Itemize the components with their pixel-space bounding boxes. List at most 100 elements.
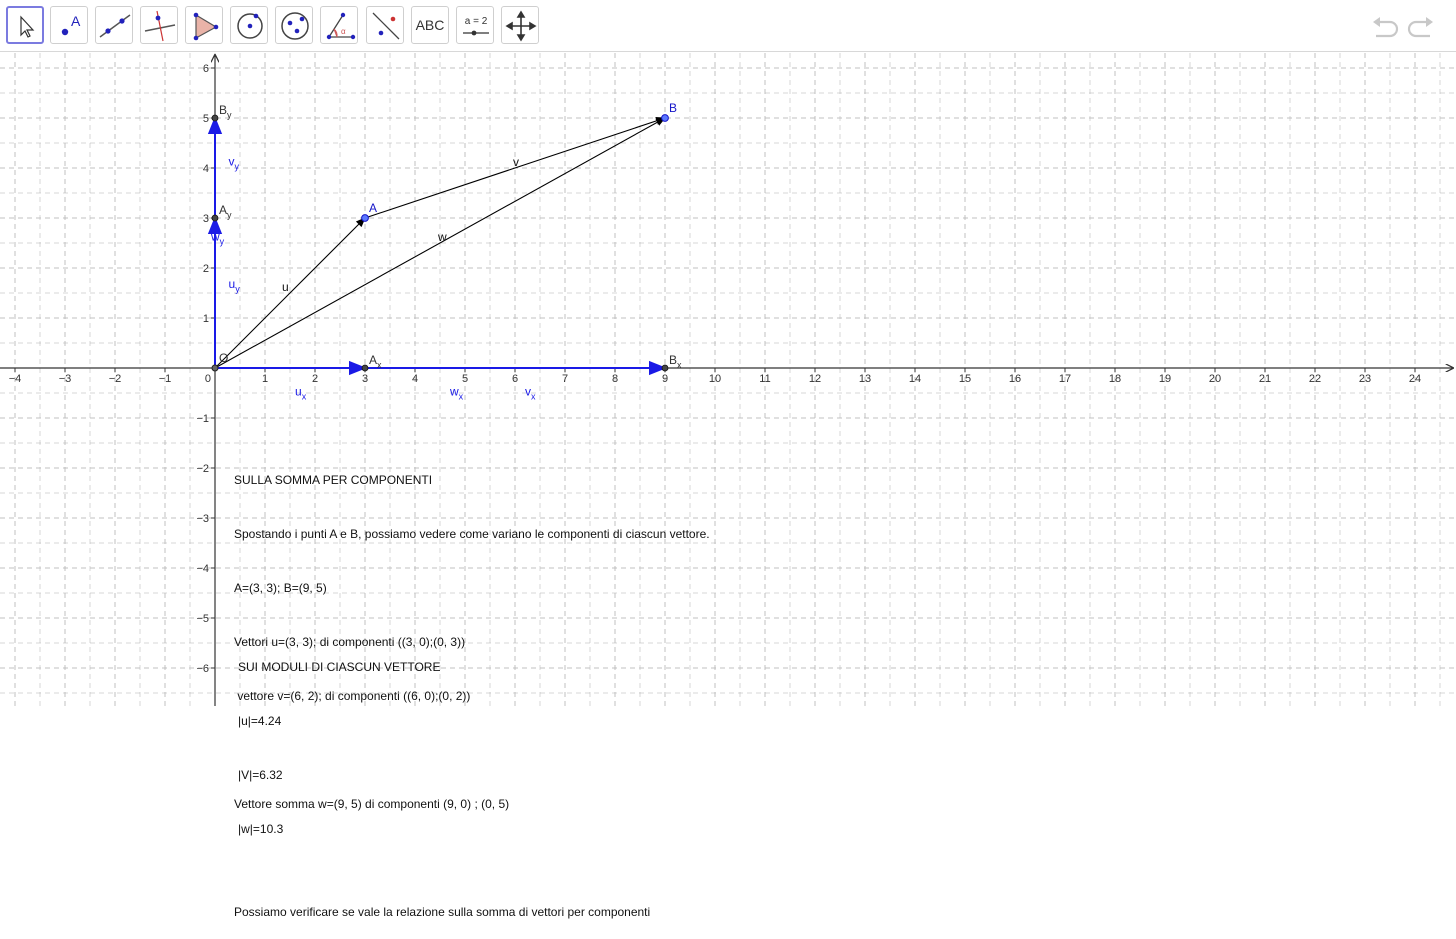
x-tick-label: 10 [709, 373, 721, 385]
perpendicular-icon [144, 10, 176, 42]
x-tick-label: 12 [809, 373, 821, 385]
angle-tool-button[interactable]: α [320, 6, 358, 44]
text-line: |w|=10.3 [238, 822, 284, 836]
projection-point[interactable] [211, 114, 219, 122]
component-label-vx: vx [525, 385, 536, 402]
x-tick-label: 4 [412, 373, 418, 385]
point-B[interactable] [661, 114, 669, 122]
x-tick-label: 11 [759, 373, 770, 385]
y-tick-label: −6 [196, 663, 209, 675]
circle-icon [237, 13, 263, 39]
text-line: SULLA SOMMA PER COMPONENTI [234, 473, 433, 487]
point-label-B: B [669, 101, 677, 115]
redo-button[interactable] [1406, 12, 1436, 40]
graphics-view[interactable]: −4 −3 −2 −1 0 1 2 3 4 5 6 7 8 9 10 11 12 13 14 15 16 17 18 19 20… [0, 53, 1456, 706]
projection-label: Ay [219, 203, 232, 220]
component-label-uy: uy [229, 277, 241, 294]
component-label-ux: ux [295, 385, 307, 402]
text-tool-button[interactable]: ABC [411, 6, 449, 44]
y-tick-label: −4 [196, 563, 209, 575]
coordinate-plane[interactable]: −4 −3 −2 −1 0 1 2 3 4 5 6 7 8 9 10 11 12 13 14 15 16 17 18 19 20… [0, 53, 1456, 706]
component-label-wy: wy [210, 230, 225, 247]
point-label-A: A [369, 201, 377, 215]
line-tool-button[interactable] [95, 6, 133, 44]
x-tick-label: 23 [1359, 373, 1371, 385]
y-tick-label: 1 [203, 313, 209, 325]
text-line: Spostando i punti A e B, possiamo vedere… [234, 527, 710, 541]
ellipse-tool-button[interactable] [275, 6, 313, 44]
point-A[interactable] [361, 214, 369, 222]
point-tool-button[interactable]: A [50, 6, 88, 44]
x-tick-label: 20 [1209, 373, 1221, 385]
text-tool-label: ABC [415, 17, 445, 33]
polygon-icon [193, 12, 219, 41]
ellipse-icon [281, 12, 309, 40]
slider-icon: a = 2 [463, 16, 489, 36]
y-tick-label: 5 [203, 113, 209, 125]
y-tick-label: 6 [203, 63, 209, 75]
projection-point[interactable] [361, 364, 369, 372]
vector-label-u: u [282, 280, 289, 294]
vector-label-w: w [437, 230, 447, 244]
text-line: Possiamo verificare se vale la relazione… [234, 905, 651, 919]
undo-icon [1373, 17, 1399, 38]
text-line: A=(3, 3); B=(9, 5) [234, 581, 327, 595]
point-tool-label: A [71, 13, 81, 29]
x-tick-label: 19 [1159, 373, 1171, 385]
line-icon [99, 14, 131, 38]
y-tick-label: −1 [196, 413, 209, 425]
x-tick-label: −3 [59, 373, 72, 385]
vector-moduli-text[interactable]: SUI MODULI DI CIASCUN VETTORE |u|=4.24 |… [238, 622, 440, 856]
x-tick-label: −1 [159, 373, 172, 385]
component-label-wx: wx [449, 385, 464, 402]
x-tick-label: −2 [109, 373, 122, 385]
text-line: |V|=6.32 [238, 768, 283, 782]
x-tick-label: 8 [612, 373, 618, 385]
reflect-tool-button[interactable] [366, 6, 404, 44]
x-tick-label: 6 [512, 373, 518, 385]
x-tick-label: 22 [1309, 373, 1321, 385]
x-tick-label: 17 [1059, 373, 1071, 385]
x-tick-label: 5 [462, 373, 468, 385]
slider-tool-label: a = 2 [465, 16, 488, 27]
x-tick-label: 21 [1259, 373, 1271, 385]
move-graphics-tool-button[interactable] [501, 6, 539, 44]
projection-point[interactable] [661, 364, 669, 372]
circle-tool-button[interactable] [230, 6, 268, 44]
cursor-arrow-icon [20, 15, 35, 38]
x-tick-label: −4 [9, 373, 22, 385]
y-tick-label: 3 [203, 213, 209, 225]
x-tick-label: 13 [859, 373, 871, 385]
x-tick-label: 0 [205, 373, 211, 385]
text-line: SUI MODULI DI CIASCUN VETTORE [238, 660, 441, 674]
y-tick-label: −5 [196, 613, 209, 625]
svg-text:α: α [341, 27, 346, 36]
projection-label: By [219, 103, 232, 120]
y-tick-label: 4 [203, 163, 209, 175]
x-tick-label: 15 [959, 373, 971, 385]
polygon-tool-button[interactable] [185, 6, 223, 44]
y-tick-label: 2 [203, 263, 209, 275]
x-tick-label: 7 [562, 373, 568, 385]
toolbar: A α ABC a = 2 [0, 0, 1456, 52]
projection-point[interactable] [211, 214, 219, 222]
text-line: |u|=4.24 [238, 714, 282, 728]
y-tick-label: −3 [196, 513, 209, 525]
x-tick-label: 1 [262, 373, 268, 385]
angle-icon: α [326, 12, 356, 40]
perpendicular-line-tool-button[interactable] [140, 6, 178, 44]
reflect-icon [372, 12, 400, 40]
x-tick-label: 24 [1409, 373, 1421, 385]
point-O[interactable] [211, 364, 219, 372]
x-tick-label: 18 [1109, 373, 1121, 385]
x-tick-label: 9 [662, 373, 668, 385]
redo-icon [1407, 17, 1433, 38]
move-tool-button[interactable] [6, 6, 44, 44]
slider-tool-button[interactable]: a = 2 [456, 6, 494, 44]
x-tick-label: 3 [362, 373, 368, 385]
component-label-vy: vy [229, 155, 240, 172]
x-tick-label: 14 [909, 373, 921, 385]
move-graphics-icon [505, 10, 537, 42]
x-tick-label: 2 [312, 373, 318, 385]
undo-button[interactable] [1370, 12, 1400, 40]
